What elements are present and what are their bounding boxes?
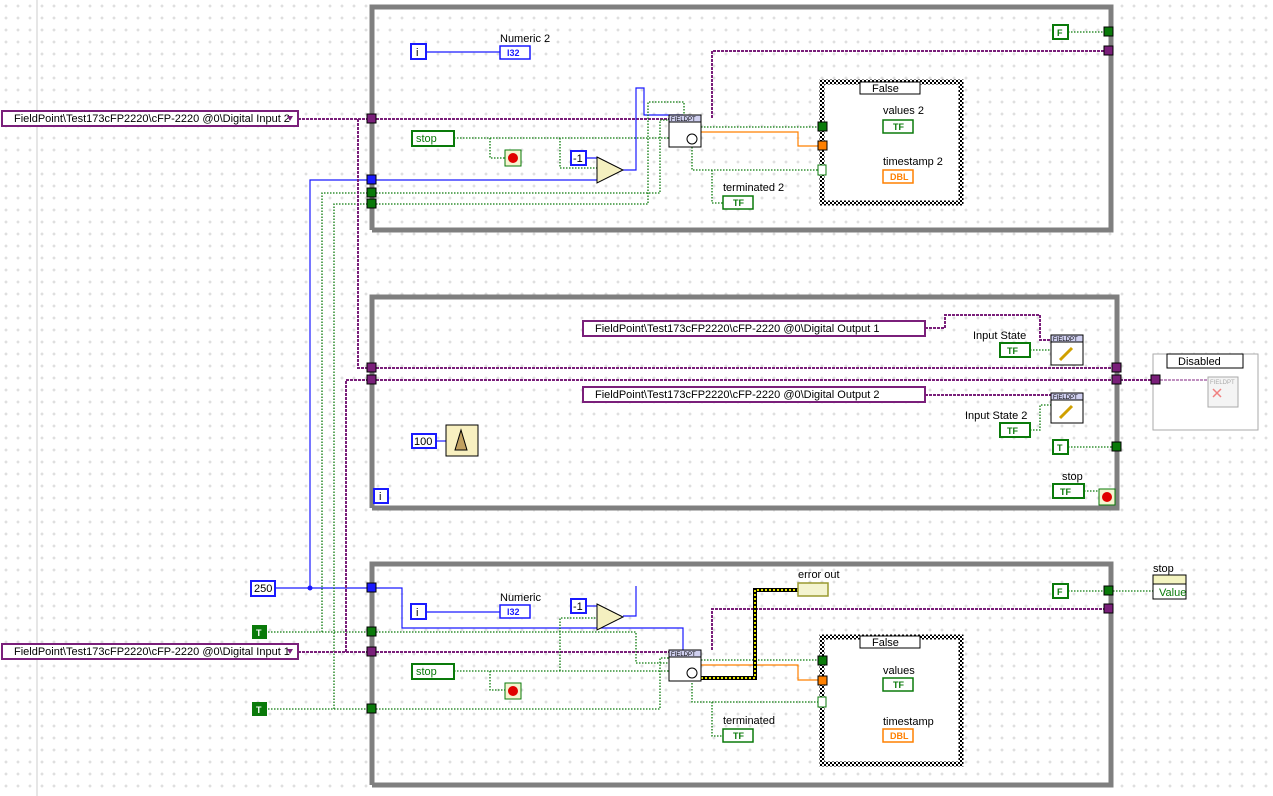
timestamp-2-indicator[interactable]: DBL <box>882 169 914 184</box>
iteration-terminal: i <box>410 43 427 60</box>
svg-text:TF: TF <box>1007 426 1018 436</box>
values-2-label: values 2 <box>883 105 924 117</box>
iteration-terminal: i <box>410 603 427 620</box>
timestamp-indicator[interactable]: DBL <box>882 728 914 743</box>
false-constant[interactable]: F <box>1052 583 1069 599</box>
svg-text:I32: I32 <box>507 48 520 58</box>
stop-control[interactable]: TF <box>1052 483 1085 499</box>
true-constant[interactable]: T <box>1052 439 1069 455</box>
svg-text:stop: stop <box>416 133 437 145</box>
svg-text:i: i <box>416 607 418 619</box>
stop-local-variable[interactable]: stop <box>411 130 455 147</box>
stop-button-terminal[interactable] <box>504 682 522 700</box>
timestamp-2-label: timestamp 2 <box>883 156 943 168</box>
disabled-selector[interactable]: Disabled <box>1178 356 1221 368</box>
timestamp-label: timestamp <box>883 716 934 728</box>
svg-text:stop: stop <box>416 666 437 678</box>
values-indicator[interactable]: TF <box>882 677 914 692</box>
svg-text:FIELDPT: FIELDPT <box>671 652 696 658</box>
numeric-2-label: Numeric 2 <box>500 33 550 45</box>
svg-text:FieldPoint\Test173cFP2220\cFP-: FieldPoint\Test173cFP2220\cFP-2220 @0\Di… <box>14 646 290 658</box>
period-constant[interactable]: 250 <box>250 580 276 597</box>
stop-button-terminal[interactable] <box>504 149 522 167</box>
loop-condition-terminal[interactable] <box>1098 488 1116 506</box>
fieldpoint-read-node[interactable]: FIELDPT <box>668 114 702 148</box>
svg-text:TF: TF <box>1007 346 1018 356</box>
svg-text:TF: TF <box>733 198 744 208</box>
svg-text:-1: -1 <box>573 153 583 165</box>
terminated-2-label: terminated 2 <box>723 182 784 194</box>
svg-text:FieldPoint\Test173cFP2220\cFP-: FieldPoint\Test173cFP2220\cFP-2220 @0\Di… <box>14 113 290 125</box>
svg-text:Value: Value <box>1159 587 1186 599</box>
clock-icon <box>686 133 698 145</box>
stop-value-property-node[interactable]: Value <box>1152 574 1187 600</box>
terminated-label: terminated <box>723 715 775 727</box>
svg-text:TF: TF <box>893 122 904 132</box>
stop-label: stop <box>1062 471 1083 483</box>
stop-local-variable[interactable]: stop <box>411 663 455 680</box>
numeric-2-indicator[interactable]: I32 <box>499 45 531 60</box>
clock-icon <box>686 667 698 679</box>
svg-text:-1: -1 <box>573 601 583 613</box>
input-state-label: Input State <box>973 330 1026 342</box>
svg-text:T: T <box>1057 443 1063 453</box>
error-out-label: error out <box>798 569 840 581</box>
false-constant[interactable]: F <box>1052 24 1069 40</box>
svg-text:TF: TF <box>733 731 744 741</box>
neg1-constant[interactable]: -1 <box>570 150 587 166</box>
terminated-2-indicator[interactable]: TF <box>722 195 754 210</box>
svg-text:TF: TF <box>893 680 904 690</box>
svg-text:F: F <box>1057 587 1063 597</box>
digital-input-2-io-control[interactable]: FieldPoint\Test173cFP2220\cFP-2220 @0\Di… <box>1 110 299 127</box>
svg-text:FIELDPT: FIELDPT <box>1210 380 1235 386</box>
svg-text:FIELDPT: FIELDPT <box>1053 395 1078 401</box>
case-selector[interactable]: False <box>872 83 899 95</box>
true-constant-2[interactable]: T <box>252 702 267 716</box>
numeric-label: Numeric <box>500 592 541 604</box>
svg-text:DBL: DBL <box>890 731 909 741</box>
fieldpoint-write-node-1[interactable]: FIELDPT <box>1050 334 1084 366</box>
fieldpoint-write-node-2[interactable]: FIELDPT <box>1050 392 1084 424</box>
diagram-disable-structure[interactable]: Disabled FIELDPT <box>1150 353 1259 431</box>
digital-input-1-io-control[interactable]: FieldPoint\Test173cFP2220\cFP-2220 @0\Di… <box>1 643 299 660</box>
digital-output-2-io-control[interactable]: FieldPoint\Test173cFP2220\cFP-2220 @0\Di… <box>582 386 926 403</box>
svg-text:250: 250 <box>254 583 272 595</box>
case-structure[interactable]: False <box>817 634 964 767</box>
iteration-terminal: i <box>373 488 389 504</box>
fieldpoint-read-node[interactable]: FIELDPT <box>668 649 702 682</box>
svg-text:I32: I32 <box>507 607 520 617</box>
svg-text:i: i <box>416 47 418 59</box>
svg-text:100: 100 <box>414 436 432 448</box>
neg1-constant[interactable]: -1 <box>570 598 587 614</box>
wait-ms-metronome-icon[interactable] <box>445 424 479 457</box>
error-out-indicator[interactable] <box>797 582 829 597</box>
case-selector[interactable]: False <box>872 637 899 649</box>
svg-text:F: F <box>1057 28 1063 38</box>
svg-text:TF: TF <box>1060 487 1071 497</box>
terminated-indicator[interactable]: TF <box>722 728 754 743</box>
values-label: values <box>883 665 915 677</box>
svg-text:i: i <box>379 491 381 503</box>
stop-property-label: stop <box>1153 563 1174 575</box>
digital-output-1-io-control[interactable]: FieldPoint\Test173cFP2220\cFP-2220 @0\Di… <box>582 320 926 337</box>
input-state-2-control[interactable]: TF <box>999 422 1031 438</box>
block-diagram[interactable]: i Numeric 2 I32 F stop -1 FIELDPT False … <box>0 0 1273 796</box>
numeric-indicator[interactable]: I32 <box>499 604 531 619</box>
true-constant-1[interactable]: T <box>252 625 267 639</box>
svg-text:FieldPoint\Test173cFP2220\cFP-: FieldPoint\Test173cFP2220\cFP-2220 @0\Di… <box>595 323 880 335</box>
input-state-control[interactable]: TF <box>999 342 1031 358</box>
svg-text:FIELDPT: FIELDPT <box>1053 337 1078 343</box>
svg-text:FieldPoint\Test173cFP2220\cFP-: FieldPoint\Test173cFP2220\cFP-2220 @0\Di… <box>595 389 880 401</box>
svg-text:T: T <box>256 628 262 638</box>
values-2-indicator[interactable]: TF <box>882 119 914 134</box>
case-structure[interactable]: False <box>817 79 964 206</box>
svg-text:T: T <box>256 705 262 715</box>
wait-ms-constant[interactable]: 100 <box>411 433 437 449</box>
input-state-2-label: Input State 2 <box>965 410 1027 422</box>
svg-text:DBL: DBL <box>890 172 909 182</box>
svg-text:FIELDPT: FIELDPT <box>671 117 696 123</box>
